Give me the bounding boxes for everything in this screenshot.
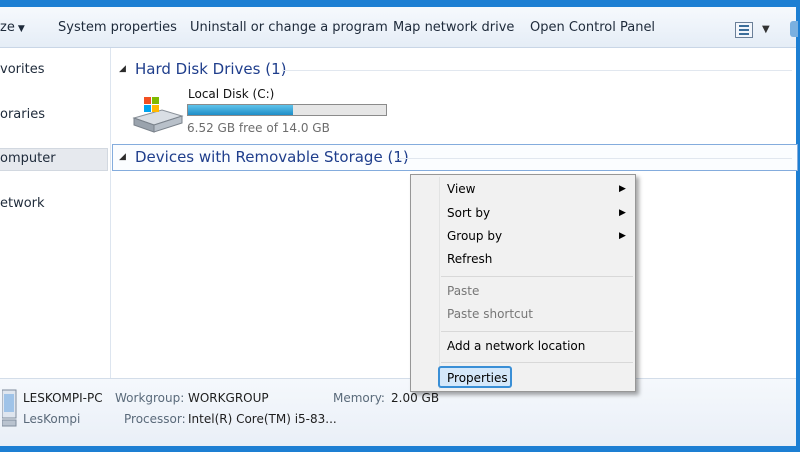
group-divider: [282, 70, 792, 71]
view-caret-down-icon[interactable]: ▼: [762, 24, 770, 35]
menu-item-refresh[interactable]: Refresh: [447, 252, 492, 266]
group-header-hard-disk[interactable]: Hard Disk Drives (1): [135, 60, 286, 78]
menu-item-view[interactable]: View: [447, 182, 475, 196]
workgroup-label: Workgroup:: [115, 391, 185, 405]
memory-label: Memory:: [333, 391, 385, 405]
nav-item-computer[interactable]: omputer: [0, 151, 56, 166]
pc-name: LESKOMPI-PC: [23, 391, 103, 405]
context-menu: View ▶ Sort by ▶ Group by ▶ Refresh Past…: [410, 174, 636, 392]
menu-item-group-by[interactable]: Group by: [447, 229, 502, 243]
organize-label: ze: [0, 20, 15, 35]
menu-separator: [441, 331, 633, 332]
command-bar: ze ▼ System properties Uninstall or chang…: [0, 7, 798, 48]
submenu-arrow-icon: ▶: [619, 208, 626, 218]
menu-separator: [441, 362, 633, 363]
help-icon[interactable]: [790, 21, 798, 37]
computer-icon: [2, 389, 17, 427]
menu-item-add-network-location[interactable]: Add a network location: [447, 339, 585, 353]
menu-item-paste: Paste: [447, 284, 480, 298]
drive-usage-fill: [188, 105, 293, 115]
map-network-drive-button[interactable]: Map network drive: [393, 20, 514, 35]
menu-separator: [441, 276, 633, 277]
collapse-removable-icon[interactable]: ◢: [119, 152, 126, 162]
uninstall-program-button[interactable]: Uninstall or change a program: [190, 20, 388, 35]
menu-item-properties[interactable]: Properties: [447, 371, 508, 385]
caret-down-icon: ▼: [17, 24, 25, 34]
menu-item-paste-shortcut: Paste shortcut: [447, 307, 533, 321]
group-header-removable-storage[interactable]: Devices with Removable Storage (1): [135, 148, 409, 166]
group-divider: [398, 158, 792, 159]
view-options-icon[interactable]: [735, 22, 753, 38]
drive-free-space: 6.52 GB free of 14.0 GB: [187, 121, 330, 135]
submenu-arrow-icon: ▶: [619, 231, 626, 241]
workgroup-value: WORKGROUP: [188, 391, 269, 405]
submenu-arrow-icon: ▶: [619, 184, 626, 194]
memory-value: 2.00 GB: [391, 391, 440, 405]
window-frame-right: [796, 0, 800, 452]
organize-button[interactable]: ze ▼: [0, 20, 25, 35]
system-properties-button[interactable]: System properties: [58, 20, 177, 35]
navigation-pane: vorites oraries omputer etwork: [0, 48, 111, 378]
details-pane: [0, 378, 796, 447]
menu-gutter: [439, 177, 440, 389]
collapse-hdd-icon[interactable]: ◢: [119, 64, 126, 74]
drive-usage-bar: [187, 104, 387, 116]
processor-label: Processor:: [124, 412, 186, 426]
processor-value: Intel(R) Core(TM) i5-83...: [188, 412, 337, 426]
menu-item-sort-by[interactable]: Sort by: [447, 206, 490, 220]
drive-name[interactable]: Local Disk (C:): [188, 87, 274, 101]
nav-item-libraries[interactable]: oraries: [0, 107, 45, 122]
nav-item-network[interactable]: etwork: [0, 196, 45, 211]
nav-item-favorites[interactable]: vorites: [0, 62, 44, 77]
user-name: LesKompi: [23, 412, 81, 426]
window-frame-bottom: [0, 446, 800, 452]
open-control-panel-button[interactable]: Open Control Panel: [530, 20, 655, 35]
hard-drive-icon[interactable]: [132, 94, 184, 134]
window-frame-top: [0, 0, 800, 7]
